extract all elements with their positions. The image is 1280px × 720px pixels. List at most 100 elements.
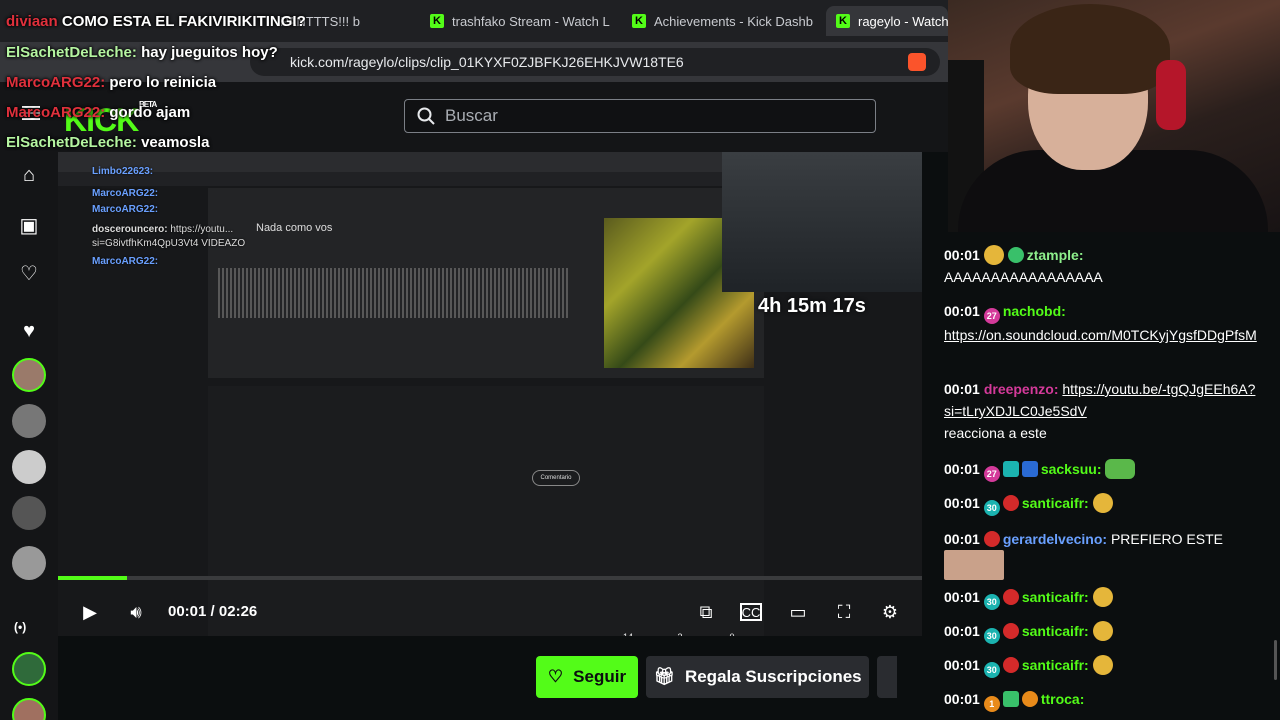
badge-icon: [1002, 623, 1019, 639]
avatar[interactable]: [12, 358, 46, 392]
image-emote-icon: [944, 550, 1004, 580]
url-text: kick.com/rageylo/clips/clip_01KYXF0ZJBFK…: [290, 54, 684, 70]
time-display: 00:01 / 02:26: [168, 603, 258, 620]
pip-icon[interactable]: ⧉: [694, 600, 718, 624]
home-icon[interactable]: ⌂: [14, 160, 44, 190]
search-placeholder: Buscar: [445, 106, 498, 125]
pepe-emote-icon: [1105, 459, 1136, 479]
avatar[interactable]: [12, 546, 46, 580]
chat-message: 00:01 dreepenzo: https://youtu.be/-tgQJgE…: [944, 381, 1256, 441]
follow-button[interactable]: ♡ Seguir: [536, 656, 638, 698]
inner-chat-line: MarcoARG22:: [92, 188, 159, 199]
settings-icon[interactable]: ⚙: [878, 600, 902, 624]
badge-icon: [1021, 461, 1038, 477]
badge-icon: [1002, 657, 1019, 673]
laugh-emote-icon: [1092, 493, 1113, 513]
overlay-chat-line: MarcoARG22: gordo ajam: [6, 104, 191, 121]
badge-icon: [1007, 247, 1024, 263]
chat-message: 00:01 27 nachobd: https://on.soundcloud.co…: [944, 303, 1257, 343]
tab-label: trashfako Stream - Watch L: [452, 13, 610, 29]
progress-fill: [58, 576, 128, 580]
overlay-chat-line: ElSachetDeLeche: hay jueguitos hoy?: [6, 44, 278, 61]
theater-mode-icon[interactable]: ▭: [786, 600, 810, 624]
stream-timer: 4h 15m 17s: [758, 295, 866, 317]
gift-label: Regala Suscripciones: [684, 667, 862, 686]
chat-message: 00:01 30 santicaifr:: [944, 654, 1262, 678]
address-bar[interactable]: kick.com/rageylo/clips/clip_01KYXF0ZJBFK…: [250, 48, 940, 76]
following-heart-icon[interactable]: ♡: [14, 258, 44, 288]
chat-message: 00:01 27 sacksuu:: [944, 458, 1262, 482]
soundcloud-track-panel: Nada como vos: [208, 188, 764, 378]
chat-panel: 00:01 ztample: AAAAAAAAAAAAAAAAA 00:01 27…: [944, 236, 1280, 720]
subscriber-badge-icon: 30: [983, 500, 1000, 516]
screen: PANTTTS!!! b K trashfako Stream - Watch …: [0, 0, 1280, 720]
webcam-hair: [1010, 4, 1170, 94]
subscriber-badge-icon: 30: [983, 662, 1000, 678]
video-player[interactable]: Nada como vos Comentario 14 3 0 4h 15m 1…: [58, 152, 922, 636]
avatar[interactable]: [12, 652, 46, 686]
favorites-heart-icon[interactable]: ♥: [14, 316, 44, 346]
subscriber-badge-icon: 27: [983, 466, 1000, 482]
browser-tab[interactable]: K trashfako Stream - Watch L: [420, 6, 620, 36]
overlay-chat-line: diviaan COMO ESTA EL FAKIVIRIKITINGI?: [6, 13, 306, 30]
inner-chat-line: si=G8ivtfhKm4QpU3Vt4 VIDEAZO: [92, 238, 246, 249]
subscriber-badge-icon: 1: [983, 696, 1000, 712]
badge-icon: [1021, 691, 1038, 707]
laugh-emote-icon: [1092, 621, 1113, 641]
chat-message: 00:01 ztample: AAAAAAAAAAAAAAAAA: [944, 245, 1103, 285]
badge-icon: [1002, 691, 1019, 707]
streamer-cam-inset: [722, 152, 922, 292]
comment-button: Comentario: [532, 470, 580, 486]
badge-icon: [983, 531, 1000, 547]
chat-scrollbar[interactable]: [1274, 640, 1277, 680]
emote-icon: [983, 245, 1004, 265]
chat-message: 00:01 1 ttroca:: [944, 688, 1262, 712]
search-icon: [417, 107, 435, 125]
gift-subscriptions-button[interactable]: 🎁︎ Regala Suscripciones: [646, 656, 869, 698]
avatar[interactable]: [12, 450, 46, 484]
chat-message: 00:01 30 santicaifr:: [944, 586, 1262, 610]
live-radio-icon[interactable]: (•): [14, 620, 26, 634]
kick-favicon-icon: K: [430, 14, 444, 28]
kick-favicon-icon: K: [836, 14, 850, 28]
laugh-emote-icon: [1092, 587, 1113, 607]
headset: [1156, 60, 1186, 130]
browser-tab[interactable]: K Achievements - Kick Dashb: [622, 6, 818, 36]
volume-icon[interactable]: 🔊︎: [124, 600, 148, 624]
browse-icon[interactable]: ▣: [14, 210, 44, 240]
inner-chat-line: MarcoARG22:: [92, 204, 159, 215]
player-controls: ▶ 🔊︎ 00:01 / 02:26 ⧉ CC ▭ ⛶ ⚙: [58, 590, 922, 634]
tab-label: rageylo - Watch: [858, 13, 948, 29]
chat-message: 00:01 30 santicaifr:: [944, 620, 1262, 644]
chat-message: 00:01 gerardelvecino: PREFIERO ESTE: [944, 528, 1262, 581]
subscriber-badge-icon: 30: [983, 628, 1000, 644]
more-button[interactable]: [877, 656, 897, 698]
chat-message: 00:01 30 santicaifr:: [944, 492, 1262, 516]
fullscreen-icon[interactable]: ⛶: [832, 600, 856, 624]
overlay-chat-line: ElSachetDeLeche: veamosla: [6, 134, 210, 151]
captions-icon[interactable]: CC: [740, 603, 762, 621]
streamer-webcam: [948, 0, 1280, 232]
inner-chat-line: doscerouncero: https://youtu...: [92, 224, 234, 235]
avatar[interactable]: [12, 404, 46, 438]
chat-link[interactable]: https://on.soundcloud.com/M0TCKyjYgsfDDg…: [944, 327, 1257, 343]
kick-favicon-icon: K: [632, 14, 646, 28]
follow-label: Seguir: [573, 667, 627, 686]
subscriber-badge-icon: 30: [983, 594, 1000, 610]
play-icon[interactable]: ▶: [78, 600, 102, 624]
heart-icon: ♡: [547, 667, 564, 686]
overlay-chat-line: MarcoARG22: pero lo reinicia: [6, 74, 217, 91]
avatar[interactable]: [12, 496, 46, 530]
search-input[interactable]: Buscar: [404, 99, 876, 133]
badge-icon: [1002, 461, 1019, 477]
inner-chat-line: Limbo22623:: [92, 166, 154, 177]
track-title: Nada como vos: [256, 222, 333, 234]
brave-shield-icon[interactable]: [908, 53, 926, 71]
avatar[interactable]: [12, 698, 46, 720]
browser-tab-active[interactable]: K rageylo - Watch: [826, 6, 948, 36]
video-progress-bar[interactable]: [58, 576, 922, 580]
badge-icon: [1002, 589, 1019, 605]
waveform: [218, 268, 568, 318]
left-sidebar: ⌂ ▣ ♡ ♥ (•): [0, 152, 58, 720]
gift-icon: 🎁︎: [653, 667, 675, 686]
